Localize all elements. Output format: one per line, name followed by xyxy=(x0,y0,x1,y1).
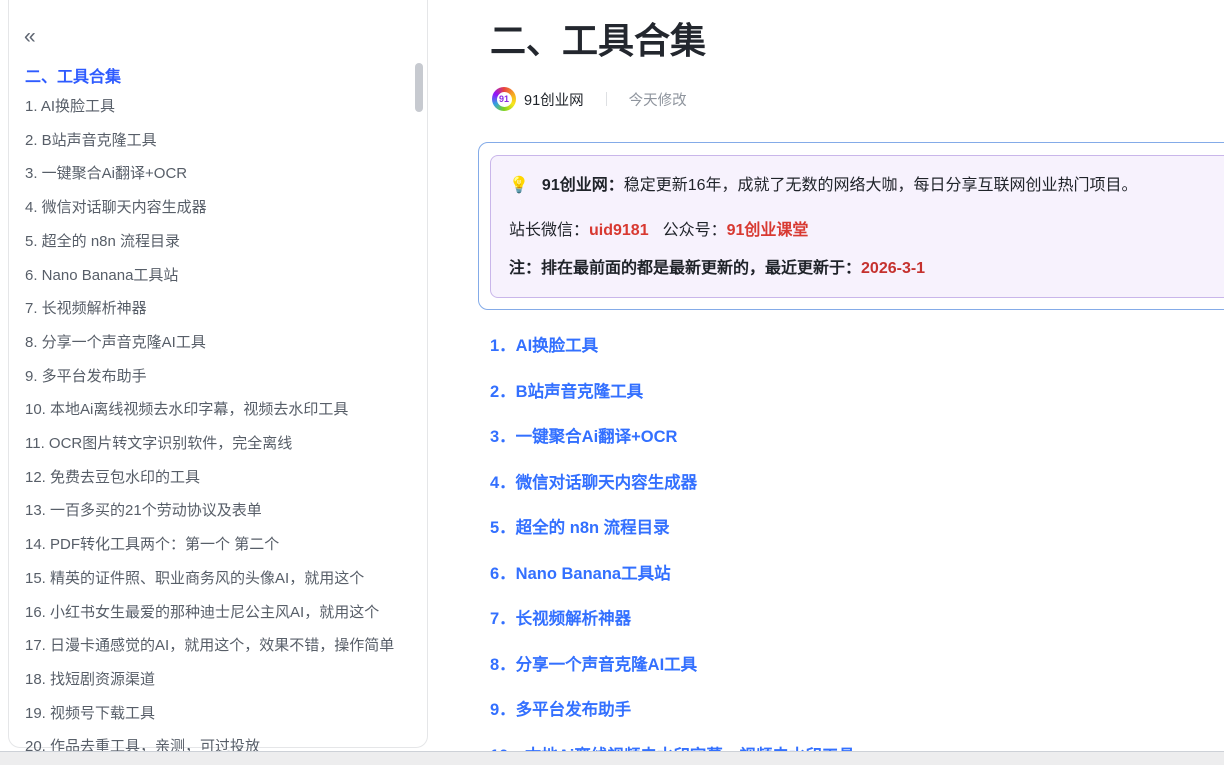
official-account-label: 公众号： xyxy=(663,222,727,239)
toc-item[interactable]: 3. 一键聚合Ai翻译+OCR xyxy=(25,157,410,191)
note-text: 注：排在最前面的都是最新更新的，最近更新于： xyxy=(509,260,861,277)
doc-link[interactable]: 2．B站声音克隆工具 xyxy=(490,370,1224,416)
wechat-label: 站长微信： xyxy=(509,222,589,239)
bottom-scrollbar-track xyxy=(0,751,1224,765)
callout-line-2: 站长微信：uid9181 公众号：91创业课堂 xyxy=(509,217,1219,244)
official-account-name: 91创业课堂 xyxy=(727,222,809,239)
author-avatar: 91 xyxy=(492,87,516,111)
doc-link[interactable]: 1．AI换脸工具 xyxy=(490,324,1224,370)
doc-link[interactable]: 8．分享一个声音克隆AI工具 xyxy=(490,643,1224,689)
doc-link[interactable]: 3．一键聚合Ai翻译+OCR xyxy=(490,415,1224,461)
lightbulb-icon: 💡 xyxy=(509,177,529,194)
doc-link-list: 1．AI换脸工具2．B站声音克隆工具3．一键聚合Ai翻译+OCR4．微信对话聊天… xyxy=(490,324,1224,779)
toc-item[interactable]: 8. 分享一个声音克隆AI工具 xyxy=(25,326,410,360)
wechat-id: uid9181 xyxy=(589,222,649,239)
toc-item[interactable]: 16. 小红书女生最爱的那种迪士尼公主风AI，就用这个 xyxy=(25,596,410,630)
author-divider xyxy=(606,92,607,106)
toc-title[interactable]: 二、工具合集 xyxy=(25,63,121,87)
callout-line-1: 💡 91创业网：稳定更新16年，成就了无数的网络大咖，每日分享互联网创业热门项目。 xyxy=(509,172,1219,199)
callout-intro-text: 稳定更新16年，成就了无数的网络大咖，每日分享互联网创业热门项目。 xyxy=(624,177,1138,194)
toc-item[interactable]: 4. 微信对话聊天内容生成器 xyxy=(25,191,410,225)
modified-timestamp: 今天修改 xyxy=(629,89,687,110)
doc-link[interactable]: 4．微信对话聊天内容生成器 xyxy=(490,461,1224,507)
callout-block: 💡 91创业网：稳定更新16年，成就了无数的网络大咖，每日分享互联网创业热门项目。… xyxy=(490,155,1224,298)
toc-item[interactable]: 18. 找短剧资源渠道 xyxy=(25,663,410,697)
toc-list: 1. AI换脸工具2. B站声音克隆工具3. 一键聚合Ai翻译+OCR4. 微信… xyxy=(25,90,410,764)
toc-item[interactable]: 19. 视频号下载工具 xyxy=(25,697,410,731)
toc-item[interactable]: 9. 多平台发布助手 xyxy=(25,360,410,394)
toc-item[interactable]: 13. 一百多买的21个劳动协议及表单 xyxy=(25,494,410,528)
callout-line-3: 注：排在最前面的都是最新更新的，最近更新于：2026-3-1 xyxy=(509,255,1219,282)
callout-site-name: 91创业网： xyxy=(542,177,624,194)
toc-item[interactable]: 10. 本地Ai离线视频去水印字幕，视频去水印工具 xyxy=(25,393,410,427)
last-updated-date: 2026-3-1 xyxy=(861,260,925,277)
page-title: 二、工具合集 xyxy=(490,20,706,62)
toc-item[interactable]: 17. 日漫卡通感觉的AI，就用这个，效果不错，操作简单 xyxy=(25,629,410,663)
toc-item[interactable]: 14. PDF转化工具两个：第一个 第二个 xyxy=(25,528,410,562)
avatar-logo-text: 91 xyxy=(497,92,512,107)
doc-link[interactable]: 6．Nano Banana工具站 xyxy=(490,552,1224,598)
author-row: 91 91创业网 今天修改 xyxy=(492,87,687,111)
toc-item[interactable]: 12. 免费去豆包水印的工具 xyxy=(25,461,410,495)
toc-item[interactable]: 15. 精英的证件照、职业商务风的头像AI，就用这个 xyxy=(25,562,410,596)
author-name[interactable]: 91创业网 xyxy=(524,89,584,110)
toc-item[interactable]: 7. 长视频解析神器 xyxy=(25,292,410,326)
sidebar-scrollbar-thumb[interactable] xyxy=(415,63,423,112)
toc-item[interactable]: 2. B站声音克隆工具 xyxy=(25,124,410,158)
sidebar-collapse-icon[interactable]: « xyxy=(24,26,36,47)
toc-item[interactable]: 5. 超全的 n8n 流程目录 xyxy=(25,225,410,259)
toc-item[interactable]: 6. Nano Banana工具站 xyxy=(25,259,410,293)
doc-link[interactable]: 5．超全的 n8n 流程目录 xyxy=(490,506,1224,552)
toc-item[interactable]: 1. AI换脸工具 xyxy=(25,90,410,124)
doc-link[interactable]: 7．长视频解析神器 xyxy=(490,597,1224,643)
toc-item[interactable]: 11. OCR图片转文字识别软件，完全离线 xyxy=(25,427,410,461)
doc-link[interactable]: 9．多平台发布助手 xyxy=(490,688,1224,734)
